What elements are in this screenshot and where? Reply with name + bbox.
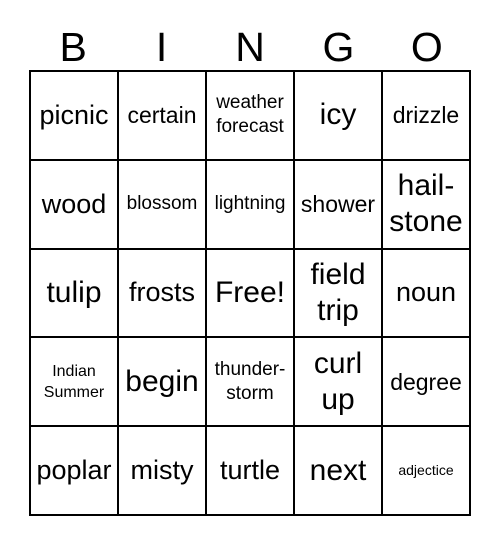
- bingo-cell-r5c3[interactable]: turtle: [207, 427, 295, 516]
- bingo-cell-r3c4[interactable]: field trip: [295, 249, 383, 339]
- bingo-cell-label: next: [309, 453, 367, 487]
- bingo-cell-r4c2[interactable]: begin: [119, 338, 207, 428]
- bingo-cell-label: poplar: [36, 455, 112, 486]
- bingo-cell-r2c5[interactable]: hail- stone: [383, 160, 471, 250]
- bingo-header-letter-b: B: [59, 24, 87, 70]
- bingo-cell-label: adjectice: [398, 462, 454, 479]
- bingo-cell-r3c5[interactable]: noun: [383, 249, 471, 339]
- bingo-cell-label: lightning: [214, 193, 286, 215]
- bingo-cell-r5c2[interactable]: misty: [119, 427, 207, 516]
- bingo-cell-label: wood: [41, 188, 107, 219]
- bingo-cell-label: certain: [127, 102, 197, 129]
- bingo-cell-label: drizzle: [392, 102, 460, 129]
- bingo-cell-r1c4[interactable]: icy: [295, 72, 383, 161]
- bingo-cell-r2c3[interactable]: lightning: [207, 160, 295, 250]
- bingo-free-space-label: Free!: [214, 275, 286, 309]
- bingo-card: B I N G O picnic certain weather forecas…: [29, 9, 471, 516]
- bingo-cell-label: blossom: [126, 193, 198, 215]
- bingo-cell-r2c1[interactable]: wood: [31, 160, 119, 250]
- bingo-grid: picnic certain weather forecast icy driz…: [29, 70, 471, 516]
- bingo-cell-r2c4[interactable]: shower: [295, 160, 383, 250]
- bingo-header-letter-g: G: [322, 24, 355, 70]
- bingo-cell-r4c4[interactable]: curl up: [295, 338, 383, 428]
- bingo-cell-label: curl up: [313, 346, 363, 416]
- bingo-cell-r3c2[interactable]: frosts: [119, 249, 207, 339]
- bingo-header-row: B I N G O: [29, 9, 471, 70]
- bingo-cell-label: Indian Summer: [43, 362, 105, 401]
- bingo-header-letter-i: I: [155, 24, 168, 70]
- bingo-cell-label: hail- stone: [389, 169, 463, 239]
- bingo-cell-label: icy: [319, 98, 357, 132]
- bingo-cell-r2c2[interactable]: blossom: [119, 160, 207, 250]
- bingo-cell-label: degree: [390, 368, 462, 395]
- bingo-cell-label: noun: [395, 277, 457, 308]
- bingo-cell-r4c5[interactable]: degree: [383, 338, 471, 428]
- bingo-cell-label: tulip: [46, 275, 102, 309]
- bingo-cell-r1c3[interactable]: weather forecast: [207, 72, 295, 161]
- bingo-cell-r4c1[interactable]: Indian Summer: [31, 338, 119, 428]
- bingo-cell-label: misty: [130, 455, 194, 486]
- bingo-cell-label: begin: [125, 364, 199, 398]
- bingo-cell-label: picnic: [39, 99, 109, 130]
- bingo-cell-r3c1[interactable]: tulip: [31, 249, 119, 339]
- bingo-cell-r5c1[interactable]: poplar: [31, 427, 119, 516]
- bingo-header-letter-n: N: [235, 24, 265, 70]
- bingo-cell-label: field trip: [310, 257, 366, 327]
- bingo-cell-r1c1[interactable]: picnic: [31, 72, 119, 161]
- bingo-cell-label: frosts: [128, 277, 195, 308]
- bingo-cell-label: thunder- storm: [214, 358, 286, 404]
- bingo-cell-r1c2[interactable]: certain: [119, 72, 207, 161]
- bingo-cell-free-space[interactable]: Free!: [207, 249, 295, 339]
- bingo-cell-r4c3[interactable]: thunder- storm: [207, 338, 295, 428]
- bingo-cell-r5c5[interactable]: adjectice: [383, 427, 471, 516]
- bingo-cell-r1c5[interactable]: drizzle: [383, 72, 471, 161]
- bingo-cell-label: weather forecast: [216, 92, 284, 138]
- bingo-cell-label: shower: [300, 191, 376, 218]
- bingo-cell-r5c4[interactable]: next: [295, 427, 383, 516]
- bingo-header-letter-o: O: [410, 24, 443, 70]
- bingo-cell-label: turtle: [219, 455, 281, 486]
